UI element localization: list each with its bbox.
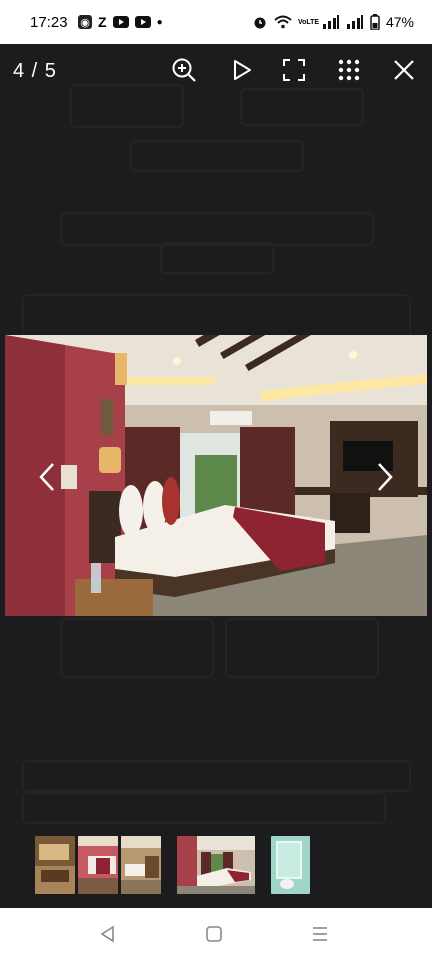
previous-image-button[interactable] <box>36 462 60 492</box>
signal-icon <box>322 15 339 29</box>
thumbnail[interactable] <box>121 836 161 894</box>
background-card <box>160 242 274 274</box>
battery-percent: 47% <box>385 14 414 30</box>
thumbnail[interactable] <box>271 836 310 894</box>
grid-icon <box>338 59 360 81</box>
gallery-image[interactable] <box>5 335 427 616</box>
battery-icon <box>370 14 380 30</box>
status-bar: 17:23 ◉ Z ● VoLTE 47% <box>0 0 432 44</box>
alarm-icon <box>254 17 266 29</box>
menu-lines-icon <box>313 927 327 941</box>
system-navigation-bar <box>0 908 432 960</box>
background-card <box>130 140 304 172</box>
system-status: VoLTE 47% <box>252 14 414 30</box>
thumbnail[interactable] <box>35 836 75 894</box>
play-icon <box>234 60 251 80</box>
notification-icons: ◉ Z ● <box>78 14 163 30</box>
back-button[interactable] <box>96 922 120 946</box>
chevron-right-icon <box>378 463 393 491</box>
background-card <box>60 212 374 246</box>
thumbnails-button[interactable] <box>335 56 363 84</box>
hotel-room-photo <box>5 335 427 616</box>
thumbnail-strip <box>0 836 432 894</box>
back-triangle-icon <box>100 925 114 943</box>
fullscreen-icon <box>283 59 305 81</box>
youtube-icon <box>134 16 151 28</box>
wifi-icon <box>274 15 292 29</box>
close-button[interactable] <box>390 56 418 84</box>
background-card <box>60 618 214 678</box>
image-counter: 4 / 5 <box>13 60 57 82</box>
app-notification-icon: ◉ <box>78 15 92 29</box>
signal-icon <box>346 15 363 29</box>
background-card <box>22 792 386 824</box>
volte-label: VoLTE <box>297 18 320 26</box>
background-card <box>22 760 411 792</box>
viewer-toolbar: 4 / 5 <box>0 44 432 96</box>
fullscreen-button[interactable] <box>280 56 308 84</box>
home-square-icon <box>206 926 222 942</box>
chevron-left-icon <box>39 463 54 491</box>
zoom-in-button[interactable] <box>170 56 198 84</box>
background-card <box>22 294 411 338</box>
home-button[interactable] <box>202 922 226 946</box>
next-image-button[interactable] <box>372 462 396 492</box>
thumbnail[interactable] <box>78 836 118 894</box>
background-card <box>225 618 379 678</box>
clock: 17:23 <box>30 14 68 31</box>
recents-button[interactable] <box>308 922 332 946</box>
more-notifications-dot: ● <box>156 16 163 28</box>
z-app-icon: Z <box>98 14 107 30</box>
youtube-icon <box>112 16 129 28</box>
close-icon <box>394 60 414 80</box>
slideshow-button[interactable] <box>228 56 256 84</box>
zoom-in-icon <box>172 58 196 82</box>
thumbnail-selected[interactable] <box>177 836 255 894</box>
